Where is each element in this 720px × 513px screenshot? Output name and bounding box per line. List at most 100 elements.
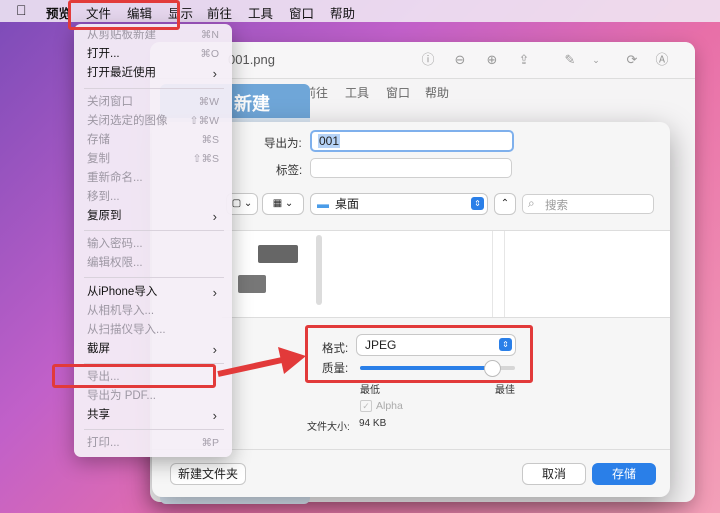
blurred-item [258,245,298,263]
file-browser[interactable] [222,230,670,318]
menu-tools[interactable]: 工具 [248,3,273,22]
page-heading-text: 新建 [234,94,270,114]
menu-shortcut: ⌘S [201,134,219,146]
menu-item-label: 从相机导入... [87,305,155,317]
annotate-icon[interactable]: Ⓐ [654,52,670,68]
menu-shortcut: ⌘W [198,96,219,108]
menu-item-share[interactable]: 共享 › [87,407,227,424]
search-field[interactable]: ⌕ 搜索 [522,194,654,214]
export-as-label: 导出为: [264,138,302,150]
menu-item-enter-password[interactable]: 输入密码... [87,236,227,253]
alpha-label: Alpha [376,400,403,412]
menu-item-print[interactable]: 打印... ⌘P [87,435,227,452]
menu-item-label: 导出为 PDF... [87,390,157,402]
menu-item-rename[interactable]: 重新命名... [87,170,227,187]
menu-item-label: 编辑权限... [87,257,143,269]
search-placeholder: 搜索 [545,200,568,212]
menu-item-save[interactable]: 存储 ⌘S [87,132,227,149]
highlight-export-item [52,364,216,388]
chevron-right-icon: › [212,209,217,224]
file-size-label: 文件大小: [307,422,350,433]
menu-item-import-camera[interactable]: 从相机导入... [87,303,227,320]
export-as-value: 001 [318,134,341,148]
window-title: 001.png [228,52,275,67]
menu-separator [84,88,224,89]
menu-item-import-iphone[interactable]: 从iPhone导入 › [87,284,227,301]
menu-item-label: 移到... [87,191,120,203]
info-icon[interactable]: ⓘ [420,52,436,68]
menu-item-label: 打印... [87,437,120,449]
markup-icon[interactable]: ✎ [562,52,578,68]
location-label: 桌面 [335,197,360,211]
menu-item-label: 存储 [87,134,110,146]
export-as-field[interactable]: 001 [310,130,514,152]
menu-item-label: 关闭窗口 [87,96,133,108]
menu-help[interactable]: 帮助 [330,3,355,22]
quality-min-label: 最低 [360,385,380,396]
menu-item-export-pdf[interactable]: 导出为 PDF... [87,388,227,405]
menu-item-close-selected[interactable]: 关闭选定的图像 ⇧⌘W [87,113,227,130]
zoom-out-icon[interactable]: ⊖ [452,52,468,68]
menu-item-label: 输入密码... [87,238,143,250]
menu-item-label: 复原到 [87,210,122,222]
bg-menu-help: 帮助 [425,86,450,100]
save-button[interactable]: 存储 [592,463,656,485]
tags-label: 标签: [276,165,303,177]
menu-item-label: 重新命名... [87,172,143,184]
menu-separator [84,230,224,231]
apple-icon[interactable]:  [16,2,27,18]
scrollbar[interactable] [316,235,322,305]
menu-window[interactable]: 窗口 [289,3,314,22]
menu-shortcut: ⌘N [200,29,219,41]
arrow-head [278,347,306,374]
menu-shortcut: ⇧⌘W [189,115,219,127]
menu-item-label: 截屏 [87,343,110,355]
menu-separator [84,277,224,278]
menu-item-label: 打开最近使用 [87,67,156,79]
chevron-right-icon: › [212,285,217,300]
expand-button[interactable]: ⌃ [494,193,516,215]
alpha-checkbox[interactable]: ✓ [360,400,372,412]
menu-shortcut: ⌘P [201,437,219,449]
menu-item-label: 从iPhone导入 [87,286,158,298]
column-divider [504,231,505,317]
location-popup[interactable]: ▬ 桌面 ⇕ [310,193,488,215]
menu-item-open-recent[interactable]: 打开最近使用 › [87,65,227,82]
tags-field[interactable] [310,158,512,178]
new-folder-button[interactable]: 新建文件夹 [170,463,246,485]
menu-item-screenshot[interactable]: 截屏 › [87,341,227,358]
share-icon[interactable]: ⇪ [516,52,532,68]
rotate-icon[interactable]: ⟳ [624,52,640,68]
menu-separator [84,429,224,430]
cancel-button[interactable]: 取消 [522,463,586,485]
menu-item-move-to[interactable]: 移到... [87,189,227,206]
chevron-down-icon[interactable]: ⌄ [588,52,604,68]
menu-item-close-window[interactable]: 关闭窗口 ⌘W [87,94,227,111]
menu-item-label: 从扫描仪导入... [87,324,166,336]
menu-item-open[interactable]: 打开... ⌘O [87,46,227,63]
menu-item-edit-permissions[interactable]: 编辑权限... [87,255,227,272]
highlight-format-quality [305,325,533,383]
column-divider [492,231,493,317]
folder-icon: ▬ [317,197,329,211]
menu-item-import-scanner[interactable]: 从扫描仪导入... [87,322,227,339]
menu-go[interactable]: 前往 [207,3,232,22]
menu-item-label: 关闭选定的图像 [87,115,168,127]
menu-item-label: 复制 [87,153,110,165]
quality-max-label: 最佳 [495,385,515,396]
arrow-shaft [217,357,283,377]
highlight-menu-file-edit [68,0,180,30]
menu-shortcut: ⌘O [200,48,219,60]
menu-item-revert-to[interactable]: 复原到 › [87,208,227,225]
view-grid-button[interactable]: ▦ ⌄ [262,193,304,215]
chevron-right-icon: › [212,66,217,81]
search-icon: ⌕ [528,196,535,210]
menu-item-label: 共享 [87,409,110,421]
menu-item-duplicate[interactable]: 复制 ⇧⌘S [87,151,227,168]
bg-menu-tools: 工具 [345,86,370,100]
bg-menu-window: 窗口 [386,86,411,100]
zoom-in-icon[interactable]: ⊕ [484,52,500,68]
menu-item-label: 从剪贴板新建 [87,29,156,41]
chevron-right-icon: › [212,408,217,423]
blurred-item [238,275,266,293]
